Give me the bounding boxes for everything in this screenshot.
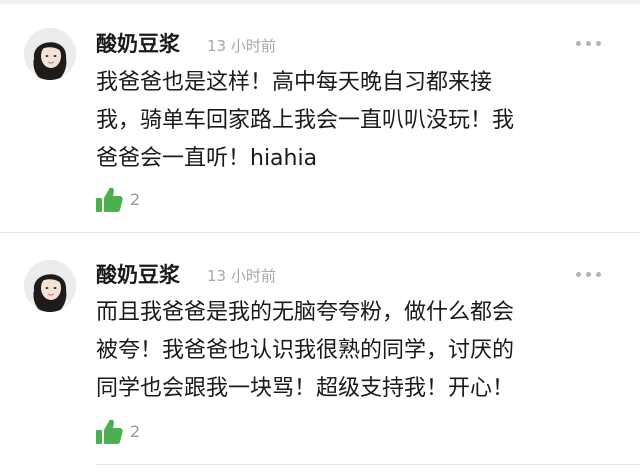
like-button[interactable]: 2 xyxy=(94,186,154,216)
timestamp: 13 小时前 xyxy=(207,37,276,55)
more-dots-icon xyxy=(596,272,601,277)
thumbs-up-icon xyxy=(96,187,123,212)
username[interactable]: 酸奶豆浆 xyxy=(96,262,180,288)
like-button[interactable]: 2 xyxy=(94,418,154,448)
comment-text-line: 爸爸会一直听！hiahia xyxy=(96,146,318,171)
comment-divider xyxy=(96,464,640,465)
comment-divider xyxy=(0,232,640,233)
comment-text-line: 同学也会跟我一块骂！超级支持我！开心！ xyxy=(96,376,515,401)
more-options-button[interactable] xyxy=(574,271,604,279)
comment-text-line: 而且我爸爸是我的无脑夸夸粉，做什么都会 xyxy=(96,300,515,325)
more-dots-icon xyxy=(596,41,601,46)
more-dots-icon xyxy=(576,41,581,46)
thumbs-up-icon xyxy=(96,419,123,444)
top-divider xyxy=(0,0,640,4)
comment-text-line: 我爸爸也是这样！高中每天晚自习都来接 xyxy=(96,70,493,95)
more-options-button[interactable] xyxy=(574,40,604,48)
timestamp: 13 小时前 xyxy=(207,267,276,285)
avatar[interactable] xyxy=(24,28,76,80)
more-dots-icon xyxy=(586,41,591,46)
username[interactable]: 酸奶豆浆 xyxy=(96,31,180,57)
avatar[interactable] xyxy=(24,260,76,312)
like-count: 2 xyxy=(130,422,141,441)
comment-text-line: 我，骑单车回家路上我会一直叭叭没玩！我 xyxy=(96,108,515,133)
more-dots-icon xyxy=(576,272,581,277)
avatar-image xyxy=(24,28,76,80)
more-dots-icon xyxy=(586,272,591,277)
comment-text-line: 被夸！我爸爸也认识我很熟的同学，讨厌的 xyxy=(96,338,515,363)
avatar-image xyxy=(24,260,76,312)
comment-feed: 酸奶豆浆 13 小时前 我爸爸也是这样！高中每天晚自习都来接 我，骑单车回家路上… xyxy=(0,0,640,472)
like-count: 2 xyxy=(130,190,141,209)
